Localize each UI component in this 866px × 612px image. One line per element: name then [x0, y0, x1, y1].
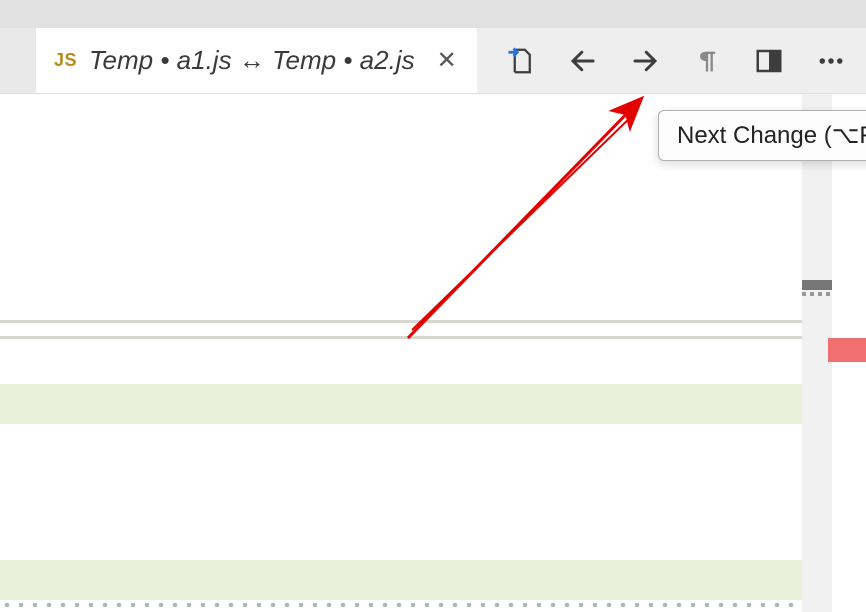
tooltip-text: Next Change (⌥F5) [677, 122, 866, 149]
diff-separator [0, 320, 802, 323]
tab-bar: JS Temp • a1.js ↔ Temp • a2.js ✕ [0, 28, 866, 94]
editor-tab[interactable]: JS Temp • a1.js ↔ Temp • a2.js ✕ [36, 28, 477, 93]
ruler-mark [802, 280, 832, 290]
close-icon[interactable]: ✕ [437, 49, 457, 73]
js-file-icon: JS [54, 50, 77, 71]
folded-region-indicator [0, 598, 802, 612]
diff-added-line [0, 384, 802, 424]
window-titlebar [0, 0, 866, 28]
split-layout-icon[interactable] [751, 43, 787, 79]
open-changes-icon[interactable] [503, 43, 539, 79]
tooltip: Next Change (⌥F5) [658, 110, 866, 161]
editor-toolbar [477, 28, 866, 93]
ruler-change-marker [828, 338, 866, 362]
ruler-mark [802, 292, 832, 296]
diff-added-line [0, 560, 802, 600]
more-icon[interactable] [813, 43, 849, 79]
tab-title: Temp • a1.js ↔ Temp • a2.js [89, 45, 415, 76]
previous-change-icon[interactable] [565, 43, 601, 79]
pilcrow-icon[interactable] [689, 43, 725, 79]
diff-separator [0, 336, 802, 339]
next-change-icon[interactable] [627, 43, 663, 79]
diff-editor-area[interactable] [0, 94, 866, 612]
